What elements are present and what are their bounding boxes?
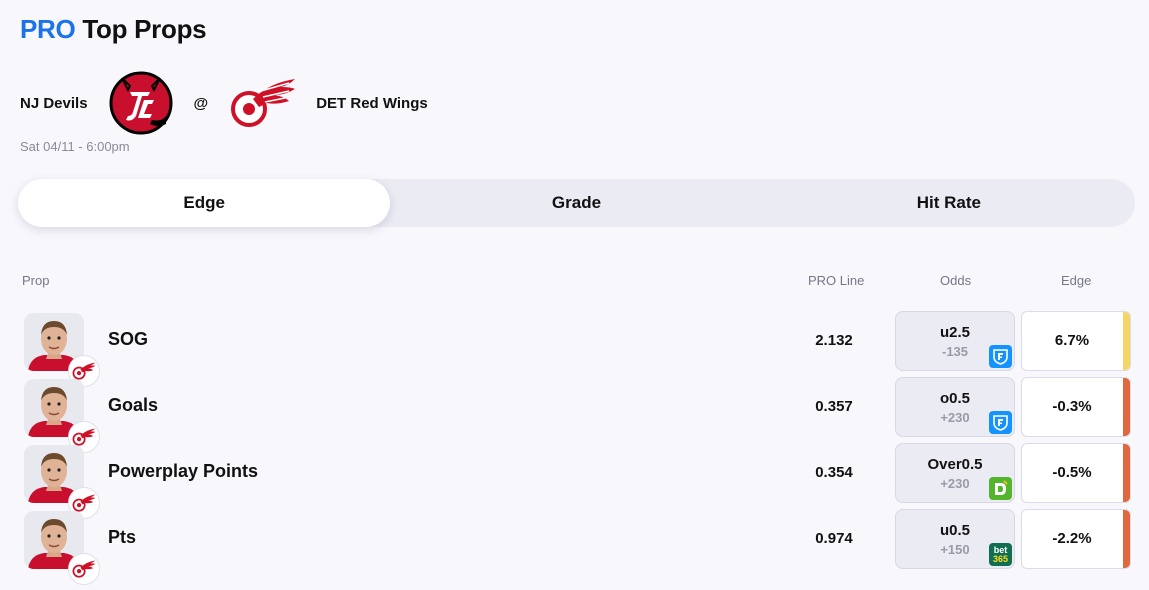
draftkings-icon <box>989 477 1012 500</box>
red-wings-logo-icon[interactable] <box>228 68 298 138</box>
edge-cell: -0.3% <box>1021 377 1131 437</box>
odds-line: o0.5 <box>939 390 970 407</box>
bet365-text-bottom: 365 <box>992 553 1009 564</box>
odds-button[interactable]: o0.5 +230 <box>895 377 1015 437</box>
tab-grade[interactable]: Grade <box>390 179 762 227</box>
edge-indicator <box>1123 444 1130 502</box>
edge-cell: -0.5% <box>1021 443 1131 503</box>
odds-line: Over0.5 <box>927 456 983 473</box>
devils-logo-icon[interactable] <box>106 68 176 138</box>
red-wings-badge-icon <box>68 553 100 585</box>
tab-edge[interactable]: Edge <box>18 179 391 227</box>
odds-line: u2.5 <box>939 324 970 341</box>
edge-cell: 6.7% <box>1021 311 1131 371</box>
column-header-pro-line: PRO Line <box>808 273 865 288</box>
odds-button[interactable]: u2.5 -135 <box>895 311 1015 371</box>
pro-label: PRO <box>20 14 76 44</box>
fanduel-icon <box>989 411 1012 434</box>
odds-line: u0.5 <box>939 522 970 539</box>
edge-indicator <box>1123 378 1130 436</box>
column-header-prop: Prop <box>22 273 50 288</box>
edge-value: -2.2% <box>1052 530 1092 547</box>
matchup: NJ Devils @ DET Red Wings <box>20 66 428 140</box>
column-header-odds: Odds <box>940 273 972 288</box>
edge-indicator <box>1123 312 1130 370</box>
edge-value: -0.3% <box>1052 398 1092 415</box>
fanduel-icon <box>989 345 1012 368</box>
prop-row[interactable]: Goals 0.357 o0.5 +230 -0.3% <box>0 377 1149 453</box>
prop-name: Powerplay Points <box>108 461 259 481</box>
edge-value: 6.7% <box>1054 332 1090 349</box>
prop-name: Goals <box>108 395 159 415</box>
page-title: PRO Top Props <box>20 14 207 45</box>
pro-line-value: 0.974 <box>815 530 853 547</box>
tab-hit-rate[interactable]: Hit Rate <box>763 179 1135 227</box>
prop-row[interactable]: Pts 0.974 u0.5 +150 bet 365 -2.2% <box>0 509 1149 585</box>
prop-row[interactable]: Powerplay Points 0.354 Over0.5 +230 -0.5… <box>0 443 1149 519</box>
pro-line-value: 0.354 <box>815 464 853 481</box>
home-team-name[interactable]: DET Red Wings <box>316 95 428 112</box>
sort-tabs: Edge Grade Hit Rate <box>18 179 1135 227</box>
prop-name: SOG <box>108 329 149 349</box>
pro-line-value: 0.357 <box>815 398 853 415</box>
edge-cell: -2.2% <box>1021 509 1131 569</box>
column-header-edge: Edge <box>1061 273 1092 288</box>
edge-value: -0.5% <box>1052 464 1092 481</box>
odds-button[interactable]: u0.5 +150 bet 365 <box>895 509 1015 569</box>
game-datetime: Sat 04/11 - 6:00pm <box>20 139 130 154</box>
odds-button[interactable]: Over0.5 +230 <box>895 443 1015 503</box>
away-team-name[interactable]: NJ Devils <box>20 95 88 112</box>
edge-indicator <box>1123 510 1130 568</box>
bet365-icon: bet 365 <box>989 543 1012 566</box>
pro-line-value: 2.132 <box>815 332 853 349</box>
at-separator: @ <box>193 94 209 112</box>
prop-row[interactable]: SOG 2.132 u2.5 -135 6.7% <box>0 311 1149 387</box>
prop-name: Pts <box>108 527 137 547</box>
title-text: Top Props <box>82 14 207 44</box>
